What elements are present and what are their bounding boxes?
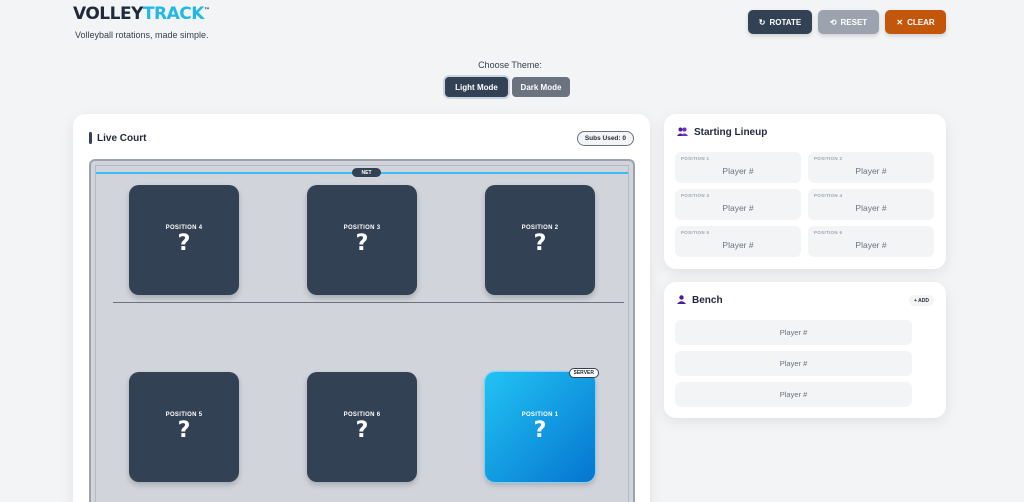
slot-label: POSITION 1 bbox=[681, 156, 710, 161]
logo-part2: TRACK bbox=[142, 4, 205, 24]
starting-lineup-card: Starting Lineup POSITION 1 Player # POSI… bbox=[664, 114, 946, 269]
toolbar: ↻ ROTATE ⟲ RESET ✕ CLEAR bbox=[748, 10, 946, 34]
slot-input[interactable]: Player # bbox=[722, 203, 753, 213]
position-player: ? bbox=[533, 417, 547, 443]
accent-bar bbox=[89, 132, 92, 144]
bench-card: Bench + ADD Player # Player # Player # bbox=[664, 282, 946, 418]
clear-label: CLEAR bbox=[907, 17, 935, 27]
lineup-slot-1[interactable]: POSITION 1 Player # bbox=[675, 152, 801, 183]
lineup-slot-5[interactable]: POSITION 5 Player # bbox=[675, 226, 801, 257]
bench-player-input[interactable]: Player # bbox=[675, 351, 912, 376]
slot-input[interactable]: Player # bbox=[722, 240, 753, 250]
users-icon bbox=[677, 127, 688, 138]
user-icon bbox=[677, 295, 686, 306]
slot-label: POSITION 2 bbox=[814, 156, 843, 161]
theme-label: Choose Theme: bbox=[478, 60, 542, 70]
position-label: POSITION 1 bbox=[521, 411, 559, 418]
dark-mode-button[interactable]: Dark Mode bbox=[512, 77, 570, 97]
slot-input[interactable]: Player # bbox=[855, 203, 886, 213]
add-bench-player-button[interactable]: + ADD bbox=[909, 295, 934, 306]
attack-line bbox=[113, 302, 624, 303]
court: NET POSITION 4 ? POSITION 3 ? POSITION 2… bbox=[89, 159, 635, 502]
reset-icon: ⟲ bbox=[829, 17, 837, 27]
court-inner: NET POSITION 4 ? POSITION 3 ? POSITION 2… bbox=[95, 165, 629, 502]
slot-label: POSITION 5 bbox=[681, 230, 710, 235]
slot-input[interactable]: Player # bbox=[855, 166, 886, 176]
bench-list: Player # Player # Player # bbox=[675, 320, 912, 407]
trademark: ™ bbox=[203, 7, 210, 14]
net-label: NET bbox=[352, 168, 381, 177]
logo-part1: VOLLEY bbox=[73, 4, 143, 24]
theme-toggle: Light Mode Dark Mode bbox=[445, 77, 570, 97]
rotate-label: ROTATE bbox=[769, 17, 802, 27]
position-player: ? bbox=[533, 230, 547, 256]
logo: VOLLEYTRACK™ bbox=[73, 4, 210, 24]
position-label: POSITION 4 bbox=[165, 224, 203, 231]
position-label: POSITION 3 bbox=[343, 224, 381, 231]
slot-label: POSITION 6 bbox=[814, 230, 843, 235]
lineup-title: Starting Lineup bbox=[694, 127, 768, 138]
lineup-slot-2[interactable]: POSITION 2 Player # bbox=[808, 152, 934, 183]
server-badge: SERVER bbox=[568, 368, 599, 378]
bench-title: Bench bbox=[692, 295, 723, 306]
tagline: Volleyball rotations, made simple. bbox=[75, 30, 209, 40]
bench-heading: Bench bbox=[677, 295, 723, 306]
court-position-4[interactable]: POSITION 4 ? bbox=[129, 185, 239, 295]
slot-label: POSITION 4 bbox=[814, 193, 843, 198]
slot-input[interactable]: Player # bbox=[855, 240, 886, 250]
position-player: ? bbox=[355, 230, 369, 256]
light-mode-button[interactable]: Light Mode bbox=[445, 77, 508, 97]
court-position-2[interactable]: POSITION 2 ? bbox=[485, 185, 595, 295]
close-icon: ✕ bbox=[896, 17, 904, 27]
court-position-3[interactable]: POSITION 3 ? bbox=[307, 185, 417, 295]
slot-label: POSITION 3 bbox=[681, 193, 710, 198]
reset-label: RESET bbox=[840, 17, 868, 27]
position-label: POSITION 6 bbox=[343, 411, 381, 418]
position-label: POSITION 2 bbox=[521, 224, 559, 231]
court-position-1[interactable]: SERVER POSITION 1 ? bbox=[485, 368, 599, 482]
subs-used-badge: Subs Used: 0 bbox=[576, 131, 634, 146]
clear-button[interactable]: ✕ CLEAR bbox=[885, 10, 946, 34]
rotate-button[interactable]: ↻ ROTATE bbox=[748, 10, 812, 34]
reset-button[interactable]: ⟲ RESET bbox=[818, 10, 879, 34]
court-position-5[interactable]: POSITION 5 ? bbox=[129, 372, 239, 482]
lineup-slot-6[interactable]: POSITION 6 Player # bbox=[808, 226, 934, 257]
position-player: ? bbox=[355, 417, 369, 443]
position-player: ? bbox=[177, 230, 191, 256]
lineup-grid: POSITION 1 Player # POSITION 2 Player # … bbox=[675, 152, 935, 257]
lineup-slot-3[interactable]: POSITION 3 Player # bbox=[675, 189, 801, 220]
bench-player-input[interactable]: Player # bbox=[675, 382, 912, 407]
lineup-heading: Starting Lineup bbox=[677, 127, 767, 138]
position-label: POSITION 5 bbox=[165, 411, 203, 418]
live-court-card: Live Court Subs Used: 0 NET POSITION 4 ?… bbox=[73, 114, 650, 502]
court-title: Live Court bbox=[97, 132, 147, 144]
position-player: ? bbox=[177, 417, 191, 443]
court-heading: Live Court bbox=[89, 132, 146, 144]
lineup-slot-4[interactable]: POSITION 4 Player # bbox=[808, 189, 934, 220]
bench-player-input[interactable]: Player # bbox=[675, 320, 912, 345]
slot-input[interactable]: Player # bbox=[722, 166, 753, 176]
rotate-icon: ↻ bbox=[758, 17, 766, 27]
court-position-6[interactable]: POSITION 6 ? bbox=[307, 372, 417, 482]
